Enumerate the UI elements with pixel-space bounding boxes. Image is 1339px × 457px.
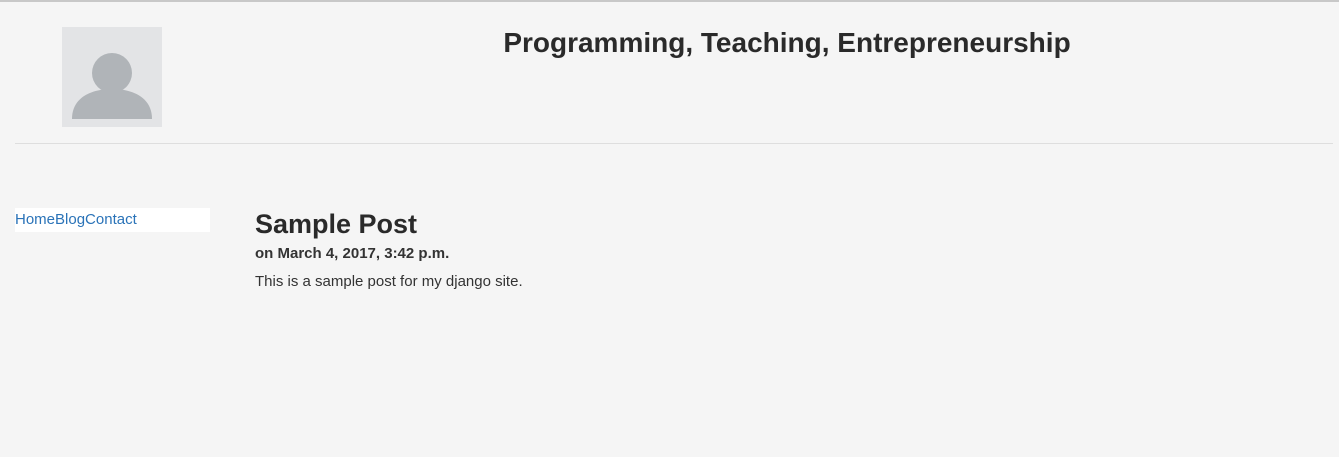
post-body: This is a sample post for my django site…	[255, 273, 523, 290]
avatar	[62, 27, 162, 127]
sidebar-nav: Home Blog Contact	[15, 208, 210, 232]
nav-link-home[interactable]: Home	[15, 208, 55, 232]
header-divider	[15, 143, 1333, 144]
blog-post: Sample Post on March 4, 2017, 3:42 p.m. …	[255, 207, 1315, 292]
site-header: Programming, Teaching, Entrepreneurship	[0, 2, 1339, 144]
nav-link-contact[interactable]: Contact	[85, 208, 137, 232]
post-date: on March 4, 2017, 3:42 p.m.	[255, 245, 450, 262]
site-title: Programming, Teaching, Entrepreneurship	[503, 27, 1071, 58]
default-user-icon	[62, 27, 162, 127]
post-title: Sample Post	[255, 209, 418, 239]
nav-link-blog[interactable]: Blog	[55, 208, 85, 232]
